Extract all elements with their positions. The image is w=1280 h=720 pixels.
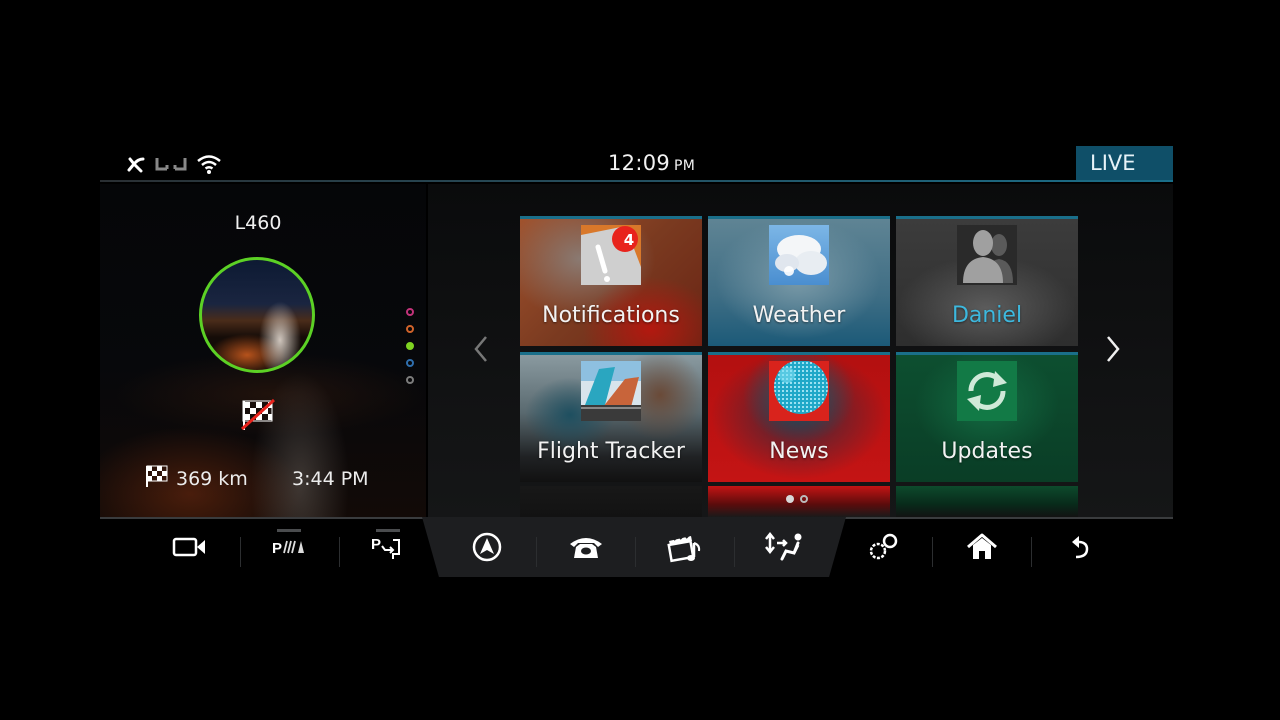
weather-icon bbox=[769, 225, 829, 285]
tile-notifications[interactable]: 4 Notifications bbox=[520, 216, 702, 346]
profile-dot-green[interactable] bbox=[406, 342, 414, 350]
profile-dot-blue[interactable] bbox=[406, 359, 414, 367]
no-destination-icon bbox=[240, 398, 276, 436]
climate-button[interactable] bbox=[764, 531, 804, 567]
tile-label: News bbox=[769, 439, 829, 464]
park-exit-icon: P bbox=[371, 534, 405, 564]
clock-ampm: PM bbox=[674, 158, 696, 174]
previous-page-arrow-icon[interactable] bbox=[472, 334, 490, 368]
clock: 12:09 PM bbox=[608, 151, 695, 175]
park-assist-icon: P bbox=[272, 537, 306, 561]
updates-icon bbox=[957, 361, 1017, 421]
bottom-toolbar: P P bbox=[100, 517, 1173, 579]
vehicle-name: L460 bbox=[234, 212, 282, 234]
media-button[interactable] bbox=[665, 533, 705, 565]
climate-icon bbox=[764, 531, 804, 567]
park-assist-indicator bbox=[277, 529, 301, 532]
toolbar-separator bbox=[339, 537, 340, 567]
page-dot[interactable] bbox=[800, 495, 808, 503]
tile-updates[interactable]: Updates bbox=[896, 352, 1078, 482]
tile-label: Flight Tracker bbox=[537, 439, 685, 464]
svg-text:P: P bbox=[272, 540, 282, 557]
drive-panel[interactable]: L460 369 km 3:44 PM bbox=[100, 184, 426, 517]
media-icon bbox=[666, 531, 704, 567]
toolbar-separator bbox=[536, 537, 537, 567]
tile-label: Notifications bbox=[542, 303, 680, 328]
destination-flag-icon bbox=[144, 464, 170, 493]
flight-tracker-icon bbox=[581, 361, 641, 421]
toolbar-separator bbox=[932, 537, 933, 567]
status-bar: 12:09 PM LIVE bbox=[100, 146, 1173, 182]
apps-button[interactable] bbox=[863, 533, 903, 565]
phone-button[interactable] bbox=[566, 533, 606, 565]
tile-user-profile[interactable]: Daniel bbox=[896, 216, 1078, 346]
tile-label: Updates bbox=[941, 439, 1033, 464]
home-icon bbox=[966, 533, 998, 565]
home-button[interactable] bbox=[962, 533, 1002, 565]
camera-icon bbox=[172, 536, 208, 562]
phone-icon bbox=[568, 534, 604, 564]
distance-remaining: 369 km bbox=[176, 467, 248, 490]
page-indicator bbox=[786, 495, 808, 503]
toolbar-separator bbox=[240, 537, 241, 567]
clock-time: 12:09 bbox=[608, 151, 671, 175]
arrival-time: 3:44 PM bbox=[292, 467, 369, 490]
park-assist-button[interactable]: P bbox=[269, 533, 309, 565]
status-divider bbox=[100, 180, 1173, 182]
wifi-icon bbox=[196, 154, 222, 174]
park-exit-button[interactable]: P bbox=[368, 533, 408, 565]
navigation-icon bbox=[471, 531, 503, 567]
back-button[interactable] bbox=[1061, 533, 1101, 565]
tile-label: Daniel bbox=[951, 303, 1023, 328]
camera-button[interactable] bbox=[170, 533, 210, 565]
tile-weather[interactable]: Weather bbox=[708, 216, 890, 346]
toolbar-separator bbox=[1031, 537, 1032, 567]
trip-info: 369 km 3:44 PM bbox=[144, 464, 369, 493]
svg-text:P: P bbox=[371, 536, 381, 553]
tile-label: Weather bbox=[752, 303, 846, 328]
toolbar-separator bbox=[635, 537, 636, 567]
phone-off-icon bbox=[126, 155, 146, 173]
tile-news[interactable]: News bbox=[708, 352, 890, 482]
notification-badge: 4 bbox=[623, 231, 635, 249]
profile-selector bbox=[406, 308, 414, 384]
toolbar-separator bbox=[734, 537, 735, 567]
apps-icon bbox=[867, 532, 899, 566]
back-icon bbox=[1069, 533, 1093, 565]
user-profile-icon bbox=[957, 225, 1017, 285]
next-page-arrow-icon[interactable] bbox=[1104, 334, 1122, 368]
drive-profile-image[interactable] bbox=[199, 257, 315, 373]
live-button[interactable]: LIVE bbox=[1076, 146, 1173, 182]
profile-dot-orange[interactable] bbox=[406, 325, 414, 333]
home-screen: 4 Notifications Weather Daniel Flight Tr… bbox=[428, 184, 1173, 517]
seat-heat-icon bbox=[154, 156, 188, 172]
next-row-tile-peek bbox=[520, 486, 702, 517]
page-dot-active[interactable] bbox=[786, 495, 794, 503]
park-exit-indicator bbox=[376, 529, 400, 532]
navigation-button[interactable] bbox=[467, 531, 507, 567]
news-globe-icon bbox=[769, 360, 829, 421]
profile-dot-pink[interactable] bbox=[406, 308, 414, 316]
profile-dot-gray[interactable] bbox=[406, 376, 414, 384]
tile-flight-tracker[interactable]: Flight Tracker bbox=[520, 352, 702, 482]
next-row-tile-peek bbox=[896, 486, 1078, 517]
status-icons bbox=[126, 154, 222, 174]
